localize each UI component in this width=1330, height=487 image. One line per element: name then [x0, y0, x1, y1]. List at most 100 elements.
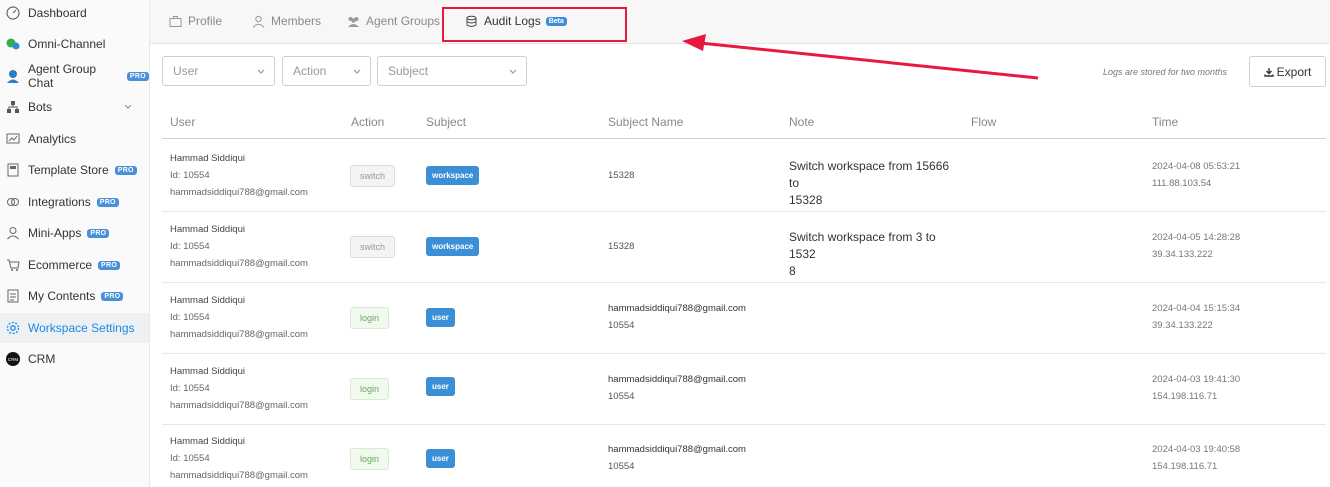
pro-badge: PRO: [114, 165, 137, 175]
chevron-down-icon: [353, 69, 361, 74]
chat-bubbles-icon: [6, 37, 20, 51]
subject-name: 15328: [608, 170, 635, 181]
subject-name-email: hammadsiddiqui788@gmail.com: [608, 303, 746, 314]
action-filter-placeholder: Action: [293, 64, 327, 78]
chevron-down-icon: [509, 69, 517, 74]
timestamp: 2024-04-04 15:15:34: [1152, 303, 1241, 314]
note-line: Switch workspace from 15666 to: [789, 159, 950, 190]
main-content: Profile Members Agent Groups Audit Logs …: [150, 0, 1330, 487]
sidebar-item-mini-apps[interactable]: Mini-Apps PRO: [0, 218, 149, 248]
sidebar-item-label: Workspace Settings: [28, 321, 135, 335]
cart-icon: [6, 258, 20, 272]
tab-members[interactable]: Members: [252, 12, 321, 30]
tab-profile[interactable]: Profile: [169, 12, 222, 30]
table-row[interactable]: Hammad Siddiqui Id: 10554 hammadsiddiqui…: [162, 212, 1326, 283]
action-badge: switch: [350, 236, 395, 258]
column-header-subject: Subject: [426, 115, 467, 129]
note-line: Switch workspace from 3 to 1532: [789, 230, 936, 261]
pro-badge: PRO: [126, 71, 149, 81]
user-cell: Hammad Siddiqui Id: 10554 hammadsiddiqui…: [170, 221, 308, 272]
table-row[interactable]: Hammad Siddiqui Id: 10554 hammadsiddiqui…: [162, 283, 1326, 354]
subject-badge: user: [426, 377, 455, 396]
subject-name-id: 10554: [608, 461, 635, 472]
user-cell: Hammad Siddiqui Id: 10554 hammadsiddiqui…: [170, 292, 308, 343]
subject-filter-placeholder: Subject: [388, 64, 429, 78]
sidebar-item-agent-group-chat[interactable]: Agent Group Chat PRO: [0, 61, 149, 91]
document-icon: [6, 289, 20, 303]
user-filter-placeholder: User: [173, 64, 199, 78]
sidebar-item-template-store[interactable]: Template Store PRO: [0, 155, 149, 185]
sidebar-item-label: Dashboard: [28, 6, 87, 20]
sidebar: Dashboard Omni-Channel Agent Group Chat …: [0, 0, 150, 487]
sidebar-item-label: Template Store: [28, 163, 109, 177]
subject-badge: workspace: [426, 166, 480, 185]
subject-name-cell: hammadsiddiqui788@gmail.com 10554: [608, 371, 746, 405]
download-icon: [1263, 67, 1274, 77]
tab-agent-groups[interactable]: Agent Groups: [347, 12, 440, 30]
user-filter-select[interactable]: User: [162, 56, 275, 86]
sidebar-item-integrations[interactable]: Integrations PRO: [0, 187, 149, 217]
export-label: Export: [1276, 64, 1312, 79]
ip-address: 39.34.133.222: [1152, 320, 1213, 331]
user-cell: Hammad Siddiqui Id: 10554 hammadsiddiqui…: [170, 433, 308, 484]
chevron-down-icon: [257, 69, 265, 74]
sidebar-item-label: Integrations: [28, 195, 91, 209]
analytics-icon: [6, 132, 20, 146]
note-line: 15328: [789, 193, 823, 207]
subject-filter-select[interactable]: Subject: [377, 56, 527, 86]
time-cell: 2024-04-04 15:15:34 39.34.133.222: [1152, 300, 1240, 334]
beta-badge: Beta: [545, 16, 567, 26]
tab-label: Members: [271, 14, 322, 28]
user-name: Hammad Siddiqui: [170, 366, 245, 377]
ip-address: 111.88.103.54: [1152, 178, 1212, 189]
subject-name-cell: hammadsiddiqui788@gmail.com 10554: [608, 441, 746, 475]
user-email: hammadsiddiqui788@gmail.com: [170, 329, 308, 340]
time-cell: 2024-04-03 19:41:30 154.198.116.71: [1152, 371, 1240, 405]
action-badge: switch: [350, 165, 395, 187]
pro-badge: PRO: [87, 228, 110, 238]
user-name: Hammad Siddiqui: [170, 224, 245, 235]
tab-audit-logs[interactable]: Audit Logs Beta: [465, 12, 567, 30]
sidebar-item-label: Analytics: [28, 132, 77, 146]
timestamp: 2024-04-03 19:40:58: [1152, 444, 1241, 455]
logs-retention-note: Logs are stored for two months: [1103, 67, 1228, 77]
dashboard-icon: [6, 6, 20, 20]
column-header-action: Action: [351, 115, 385, 129]
table-header: User Action Subject Subject Name Note Fl…: [162, 106, 1326, 139]
chevron-down-icon[interactable]: [123, 102, 133, 112]
user-email: hammadsiddiqui788@gmail.com: [170, 400, 308, 411]
table-row[interactable]: Hammad Siddiqui Id: 10554 hammadsiddiqui…: [162, 354, 1326, 425]
sidebar-item-dashboard[interactable]: Dashboard: [0, 0, 149, 28]
subject-badge: user: [426, 449, 455, 468]
sidebar-item-bots[interactable]: Bots: [0, 92, 149, 122]
user-email: hammadsiddiqui788@gmail.com: [170, 187, 308, 198]
user-name: Hammad Siddiqui: [170, 436, 245, 447]
action-badge: login: [350, 378, 389, 400]
sidebar-item-omni-channel[interactable]: Omni-Channel: [0, 29, 149, 59]
sidebar-item-label: CRM: [28, 352, 56, 366]
briefcase-icon: [169, 15, 182, 28]
sidebar-item-workspace-settings[interactable]: Workspace Settings: [0, 313, 149, 343]
app-root: Dashboard Omni-Channel Agent Group Chat …: [0, 0, 1330, 487]
table-row[interactable]: Hammad Siddiqui Id: 10554 hammadsiddiqui…: [162, 424, 1326, 487]
tab-label: Agent Groups: [366, 14, 441, 28]
sidebar-item-ecommerce[interactable]: Ecommerce PRO: [0, 250, 149, 280]
svg-text:CRM: CRM: [8, 357, 18, 362]
pro-badge: PRO: [96, 197, 119, 207]
user-icon: [252, 15, 265, 28]
table-row[interactable]: Hammad Siddiqui Id: 10554 hammadsiddiqui…: [162, 141, 1326, 212]
pro-badge: PRO: [98, 260, 121, 270]
sidebar-item-label: Mini-Apps: [28, 226, 82, 240]
sidebar-item-crm[interactable]: CRM CRM: [0, 344, 149, 374]
action-filter-select[interactable]: Action: [282, 56, 371, 86]
user-email: hammadsiddiqui788@gmail.com: [170, 470, 308, 481]
note-cell: Switch workspace from 3 to 1532 8: [789, 229, 959, 280]
column-header-user: User: [170, 115, 196, 129]
export-button[interactable]: Export: [1249, 56, 1326, 87]
user-cell: Hammad Siddiqui Id: 10554 hammadsiddiqui…: [170, 150, 308, 201]
sidebar-item-analytics[interactable]: Analytics: [0, 124, 149, 154]
sidebar-item-my-contents[interactable]: My Contents PRO: [0, 281, 149, 311]
subject-name-id: 10554: [608, 391, 635, 402]
crm-icon: CRM: [6, 352, 20, 366]
subject-name-id: 10554: [608, 320, 635, 331]
